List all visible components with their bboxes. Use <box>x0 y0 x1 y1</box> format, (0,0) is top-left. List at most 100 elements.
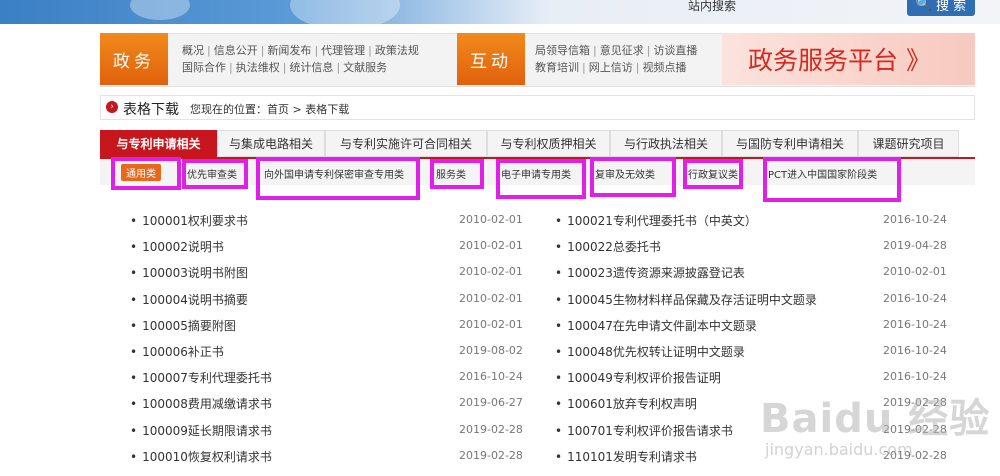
document-name[interactable]: 100009延长期限请求书 <box>142 424 272 438</box>
tab-patent-application[interactable]: 与专利申请相关 <box>100 130 217 157</box>
bullet-icon: • <box>130 292 138 307</box>
right-list-item[interactable]: • 100047在先申请文件副本中文题录 <box>555 317 757 334</box>
left-list-item[interactable]: • 100005摘要附图 <box>130 317 236 334</box>
left-list-item[interactable]: • 100001权利要求书 <box>130 212 248 229</box>
search-icon: 🔍 <box>915 0 933 12</box>
tab-integrated-circuit[interactable]: 与集成电路相关 <box>217 130 325 157</box>
right-list-item[interactable]: • 100049专利权评价报告证明 <box>555 369 721 386</box>
interaction-head[interactable]: 互动 <box>457 33 525 85</box>
document-date: 2010-02-01 <box>459 213 523 226</box>
bullet-icon: • <box>555 449 563 464</box>
tab-defense-patent[interactable]: 与国防专利申请相关 <box>722 130 858 157</box>
document-name[interactable]: 100022总委托书 <box>567 240 661 254</box>
document-date: 2016-10-24 <box>883 213 947 226</box>
right-list-item[interactable]: • 100021专利代理委托书（中英文） <box>555 212 757 229</box>
document-name[interactable]: 100005摘要附图 <box>142 319 236 333</box>
tab-research-projects[interactable]: 课题研究项目 <box>858 130 959 157</box>
right-list-item[interactable]: • 100701专利权评价报告请求书 <box>555 422 733 439</box>
interaction-link[interactable]: 意见征求 <box>600 44 644 57</box>
document-name[interactable]: 100007专利代理委托书 <box>142 371 272 385</box>
document-name[interactable]: 100003说明书附图 <box>142 266 248 280</box>
breadcrumb-home[interactable]: 首页 <box>267 103 289 116</box>
right-list-item[interactable]: • 100601放弃专利权声明 <box>555 395 697 412</box>
gov-link[interactable]: 概况 <box>182 44 204 57</box>
document-date: 2019-02-28 <box>459 422 523 436</box>
bullet-icon: • <box>555 292 563 307</box>
gov-link[interactable]: 文献服务 <box>343 61 387 74</box>
left-list-item[interactable]: • 100002说明书 <box>130 238 224 255</box>
document-name[interactable]: 100048优先权转让证明中文题录 <box>567 345 745 359</box>
highlight-box <box>430 159 484 189</box>
gov-link[interactable]: 政策法规 <box>375 44 419 57</box>
document-name[interactable]: 110101发明专利请求书 <box>567 450 697 464</box>
interaction-link[interactable]: 教育培训 <box>535 61 579 74</box>
document-name[interactable]: 100004说明书摘要 <box>142 293 248 307</box>
left-list-item[interactable]: • 100007专利代理委托书 <box>130 369 272 386</box>
right-list-item[interactable]: • 100048优先权转让证明中文题录 <box>555 343 745 360</box>
service-platform-banner[interactable]: 政务服务平台 》 <box>722 33 975 85</box>
gov-links: 概况 | 信息公开 | 新闻发布 | 代理管理 | 政策法规 国际合作 | 执法维权 | 统计信息 | 文献… <box>182 42 419 76</box>
right-list-item[interactable]: • 110101发明专利请求书 <box>555 448 697 465</box>
document-name[interactable]: 100049专利权评价报告证明 <box>567 371 721 385</box>
bullet-icon: • <box>130 449 138 464</box>
document-date: 2019-04-28 <box>883 239 947 253</box>
bullet-icon: • <box>555 266 563 281</box>
gov-link[interactable]: 信息公开 <box>214 44 258 57</box>
search-button-label: 搜 索 <box>936 0 967 14</box>
tab-administrative-enforcement[interactable]: 与行政执法相关 <box>610 130 722 157</box>
interaction-link[interactable]: 访谈直播 <box>653 44 697 57</box>
gov-link[interactable]: 执法维权 <box>236 61 280 74</box>
gov-links-row1: 概况 | 信息公开 | 新闻发布 | 代理管理 | 政策法规 <box>182 42 419 59</box>
breadcrumb-prefix: 您现在的位置： <box>190 103 267 116</box>
highlight-box <box>111 157 181 190</box>
gov-affairs-head[interactable]: 政务 <box>100 33 168 85</box>
interaction-link[interactable]: 视频点播 <box>642 61 686 74</box>
left-list-item[interactable]: • 100004说明书摘要 <box>130 291 248 308</box>
baidu-watermark-url: jingyan.baidu.com <box>765 440 913 459</box>
left-list-item[interactable]: • 100006补正书 <box>130 343 224 360</box>
document-name[interactable]: 100047在先申请文件副本中文题录 <box>567 319 757 333</box>
breadcrumb: 您现在的位置：首页 > 表格下载 <box>190 101 349 117</box>
document-name[interactable]: 100023遗传资源来源披露登记表 <box>567 266 745 280</box>
document-name[interactable]: 100008费用减缴请求书 <box>142 397 272 411</box>
document-name[interactable]: 100601放弃专利权声明 <box>567 397 697 411</box>
bullet-icon: • <box>555 397 563 412</box>
document-name[interactable]: 100010恢复权利请求书 <box>142 450 272 464</box>
document-name[interactable]: 100006补正书 <box>142 345 224 359</box>
search-button[interactable]: 🔍 搜 索 <box>907 0 975 16</box>
tab-license-contract[interactable]: 与专利实施许可合同相关 <box>325 130 487 157</box>
document-date: 2019-06-27 <box>459 396 523 410</box>
left-list-item[interactable]: • 100008费用减缴请求书 <box>130 395 272 412</box>
gov-link[interactable]: 统计信息 <box>289 61 333 74</box>
gov-link[interactable]: 新闻发布 <box>267 44 311 57</box>
link-separator: | <box>336 61 341 74</box>
bullet-icon: • <box>130 345 138 359</box>
bullet-icon: • <box>130 266 138 281</box>
gov-link[interactable]: 代理管理 <box>321 44 365 57</box>
bullet-icon: • <box>130 397 138 412</box>
left-list-item[interactable]: • 100003说明书附图 <box>130 264 248 281</box>
document-date: 2010-02-01 <box>883 265 947 279</box>
document-date: 2016-10-24 <box>883 344 947 357</box>
link-separator: | <box>314 44 319 57</box>
document-name[interactable]: 100002说明书 <box>142 240 224 254</box>
document-name[interactable]: 100021专利代理委托书（中英文） <box>567 214 757 228</box>
interaction-links-row1: 局领导信箱 | 意见征求 | 访谈直播 <box>535 42 697 59</box>
highlight-box <box>683 159 743 189</box>
document-name[interactable]: 100001权利要求书 <box>142 214 248 228</box>
left-list-item[interactable]: • 100010恢复权利请求书 <box>130 448 272 465</box>
interaction-link[interactable]: 局领导信箱 <box>535 44 590 57</box>
right-list-item[interactable]: • 100045生物材料样品保藏及存活证明中文题录 <box>555 291 817 308</box>
document-date: 2010-02-01 <box>459 265 523 279</box>
interaction-link[interactable]: 网上信访 <box>589 61 633 74</box>
document-name[interactable]: 100701专利权评价报告请求书 <box>567 424 733 438</box>
breadcrumb-current: 表格下载 <box>305 103 350 116</box>
site-search-label: 站内搜索 <box>688 0 737 13</box>
chevron-right-icon: › <box>106 101 118 113</box>
right-list-item[interactable]: • 100022总委托书 <box>555 238 661 255</box>
right-list-item[interactable]: • 100023遗传资源来源披露登记表 <box>555 264 745 281</box>
gov-link[interactable]: 国际合作 <box>182 61 226 74</box>
document-name[interactable]: 100045生物材料样品保藏及存活证明中文题录 <box>567 293 817 307</box>
tab-pledge[interactable]: 与专利权质押相关 <box>487 130 610 157</box>
left-list-item[interactable]: • 100009延长期限请求书 <box>130 422 272 439</box>
